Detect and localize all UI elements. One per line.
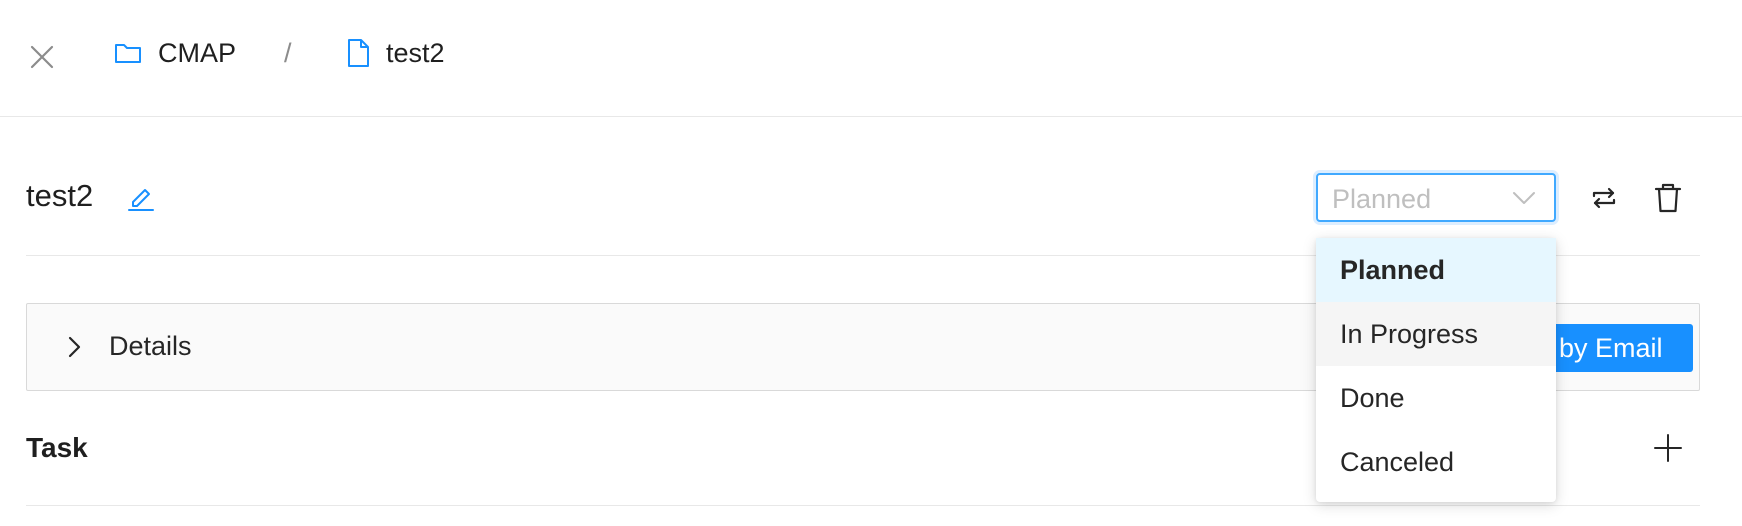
repeat-icon xyxy=(1592,187,1616,209)
email-button-label: by Email xyxy=(1559,332,1663,363)
status-option-in-progress[interactable]: In Progress xyxy=(1316,302,1556,366)
breadcrumb-folder-label: CMAP xyxy=(158,37,237,68)
plus-icon xyxy=(1654,434,1682,462)
edit-title-button[interactable] xyxy=(126,182,156,212)
task-heading: Task xyxy=(26,432,88,463)
status-select-value: Planned xyxy=(1332,184,1432,214)
status-option-planned[interactable]: Planned xyxy=(1316,238,1556,302)
edit-icon xyxy=(128,189,154,211)
breadcrumb-separator: / xyxy=(284,38,292,68)
file-icon xyxy=(346,38,370,68)
status-option-canceled[interactable]: Canceled xyxy=(1316,430,1556,494)
close-button[interactable] xyxy=(28,43,56,71)
status-option-done[interactable]: Done xyxy=(1316,366,1556,430)
breadcrumb-item-folder[interactable]: CMAP xyxy=(114,36,236,70)
repeat-button[interactable] xyxy=(1586,180,1622,216)
status-dropdown-menu: Planned In Progress Done Canceled xyxy=(1316,238,1556,502)
delete-button[interactable] xyxy=(1650,180,1686,216)
status-select[interactable]: Planned xyxy=(1316,173,1556,222)
details-label: Details xyxy=(109,331,192,361)
chevron-down-icon xyxy=(1512,187,1536,214)
top-bar: CMAP / test2 xyxy=(0,0,1742,117)
folder-icon xyxy=(114,41,142,65)
breadcrumb-item-file[interactable]: test2 xyxy=(346,36,445,70)
trash-icon xyxy=(1654,183,1682,213)
close-icon xyxy=(30,45,54,69)
chevron-right-icon xyxy=(65,335,83,364)
add-task-button[interactable] xyxy=(1652,432,1684,464)
page-title: test2 xyxy=(26,178,94,213)
breadcrumb-file-label: test2 xyxy=(386,37,445,68)
